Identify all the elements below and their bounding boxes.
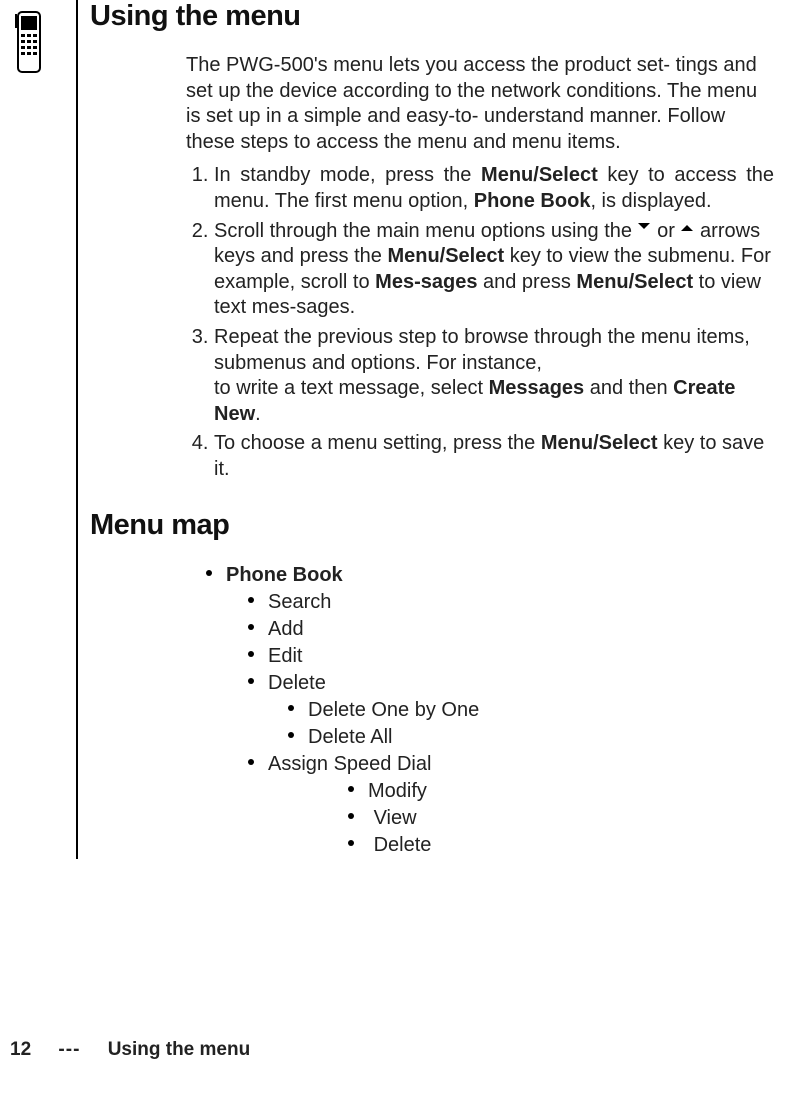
menu-item-assign-speed: Assign Speed Dial xyxy=(248,751,774,778)
step-1: In standby mode, press the Menu/Select k… xyxy=(214,163,774,214)
step-3: Repeat the previous step to browse throu… xyxy=(214,325,774,427)
heading-menu-map: Menu map xyxy=(90,509,774,542)
step-4: To choose a menu setting, press the Menu… xyxy=(214,431,774,482)
footer-title: Using the menu xyxy=(108,1039,251,1060)
page-footer: 12 --- Using the menu xyxy=(10,1039,250,1061)
heading-using-the-menu: Using the menu xyxy=(90,0,774,33)
page-body: Using the menu The PWG-500's menu lets y… xyxy=(76,0,774,859)
menu-item-delete: Delete xyxy=(248,670,774,697)
menu-item-view: View xyxy=(348,805,774,832)
menu-item-delete-all: Delete All xyxy=(288,724,774,751)
menu-item-delete-sd: Delete xyxy=(348,832,774,859)
menu-item-edit: Edit xyxy=(248,643,774,670)
menu-map-list: Phone Book Search Add Edit Delete Delete… xyxy=(186,562,774,859)
menu-item-phonebook: Phone Book xyxy=(206,562,774,589)
step-2: Scroll through the main menu options usi… xyxy=(214,219,774,321)
phone-icon xyxy=(10,10,54,75)
menu-item-modify: Modify xyxy=(348,778,774,805)
page-number: 12 xyxy=(10,1039,31,1060)
menu-item-delete-one: Delete One by One xyxy=(288,697,774,724)
menu-item-search: Search xyxy=(248,589,774,616)
intro-paragraph: The PWG-500's menu lets you access the p… xyxy=(186,53,774,155)
footer-dash: --- xyxy=(58,1039,80,1060)
steps-list: In standby mode, press the Menu/Select k… xyxy=(186,163,774,482)
menu-item-add: Add xyxy=(248,616,774,643)
